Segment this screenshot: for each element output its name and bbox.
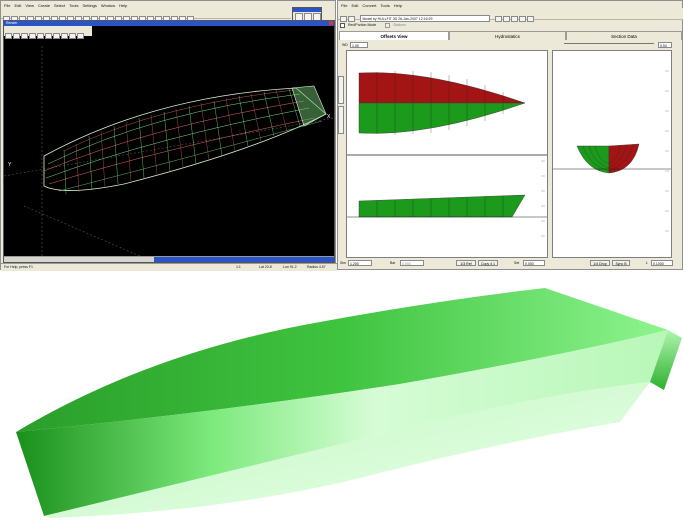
- menu-edit[interactable]: Edit: [14, 3, 21, 8]
- viewport-title: Render: [6, 21, 18, 25]
- l-label: L: [646, 261, 648, 265]
- mode-checkbox[interactable]: [340, 22, 345, 28]
- menu-select[interactable]: Select: [54, 3, 65, 8]
- right-slider-track[interactable]: [564, 43, 654, 47]
- export-icon[interactable]: [518, 15, 526, 22]
- right-toolbar: Model by HULLFIT 3D 26-Jan-2007 12:16:29: [338, 8, 683, 23]
- options-icon[interactable]: [526, 15, 534, 22]
- plan-view-hull[interactable]: [347, 51, 547, 257]
- left-toolbar: [1, 9, 291, 22]
- right-slider-field[interactable]: 0.00: [658, 42, 672, 48]
- menu-help[interactable]: Help: [119, 3, 127, 8]
- tab-hydrostatics[interactable]: Hydrostatics: [449, 31, 566, 40]
- wd-field[interactable]: 1.00: [350, 42, 368, 48]
- tab-offsets-view[interactable]: Offsets View: [339, 31, 449, 40]
- body-plan-sections[interactable]: [553, 51, 671, 257]
- side-button-plan[interactable]: [338, 76, 344, 104]
- render-viewport-window: Render Y X: [3, 20, 335, 263]
- tab-section-data[interactable]: Section Data: [566, 31, 682, 40]
- menu-tools[interactable]: Tools: [380, 3, 389, 8]
- viewport-close-icon[interactable]: [329, 21, 333, 25]
- mode-checkbox-label: Red/Portion Mode: [348, 23, 377, 27]
- viewport-hscrollbar[interactable]: [4, 256, 334, 262]
- wireframe-hull-view[interactable]: Y X: [4, 26, 334, 262]
- svg-text:Y: Y: [8, 162, 12, 168]
- menu-edit[interactable]: Edit: [351, 3, 358, 8]
- menu-tools[interactable]: Tools: [69, 3, 78, 8]
- menu-convert[interactable]: Convert: [362, 3, 376, 8]
- right-app-window: File Edit Convert Tools Help Model by HU…: [337, 0, 683, 270]
- left-app-window: File Edit View Create Select Tools Setti…: [0, 0, 337, 271]
- ref-button[interactable]: 1/3 Ref: [456, 260, 476, 266]
- menu-help[interactable]: Help: [394, 3, 402, 8]
- plan-profile-panel: [346, 50, 548, 258]
- drop-button[interactable]: 1/4 Drop: [590, 260, 610, 266]
- stations-checkbox-label: Stations: [393, 23, 406, 27]
- hydro-icon[interactable]: [494, 15, 502, 22]
- menu-create[interactable]: Create: [38, 3, 50, 8]
- lines-icon[interactable]: [502, 15, 510, 22]
- status-lat: Lat 23.8: [259, 265, 272, 269]
- side-button-offmov[interactable]: [338, 106, 344, 134]
- bar-field[interactable]: 0.000: [400, 260, 424, 266]
- svg-text:X: X: [327, 114, 331, 120]
- status-radius: Radius 4.57: [307, 265, 326, 269]
- rendered-hull-3d: [16, 288, 682, 518]
- sim-label: Sim: [340, 261, 347, 265]
- status-lon: Lon 91.2: [283, 265, 297, 269]
- set-field[interactable]: 0.000: [523, 260, 545, 266]
- body-plan-panel: [552, 50, 672, 258]
- copy-button[interactable]: Copy 4 1: [478, 260, 498, 266]
- stations-checkbox[interactable]: [385, 22, 391, 28]
- status-help-text: For Help, press F1: [4, 265, 33, 269]
- menu-window[interactable]: Window: [101, 3, 115, 8]
- mode-row: Red/Portion Mode Stations: [340, 21, 406, 29]
- menu-file[interactable]: File: [4, 3, 10, 8]
- sync-button[interactable]: Sync B: [612, 260, 630, 266]
- menu-settings[interactable]: Settings: [82, 3, 96, 8]
- status-scale: 1:1: [236, 265, 241, 269]
- menu-file[interactable]: File: [341, 3, 347, 8]
- l-field[interactable]: 0.1000: [651, 260, 673, 266]
- wd-label: WD: [342, 43, 348, 47]
- menu-view[interactable]: View: [25, 3, 34, 8]
- table-icon[interactable]: [510, 15, 518, 22]
- left-menubar: File Edit View Create Select Tools Setti…: [4, 2, 127, 9]
- sim-field[interactable]: 1.200: [348, 260, 372, 266]
- left-statusbar: For Help, press F1 1:1 Lat 23.8 Lon 91.2…: [1, 263, 337, 271]
- bar-label: Bar: [390, 261, 396, 265]
- set-label: Set: [514, 261, 520, 265]
